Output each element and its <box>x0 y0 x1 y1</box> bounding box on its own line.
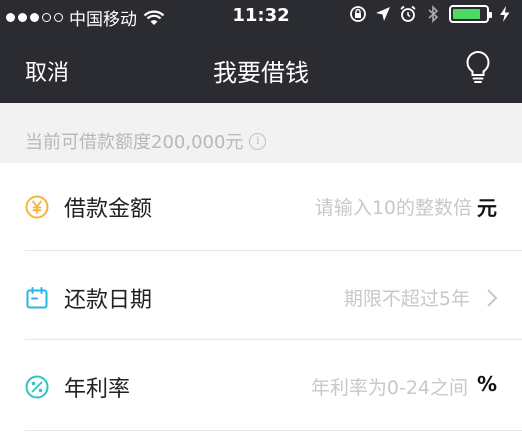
annual-rate-row[interactable]: 年利率 年利率为0-24之间 % <box>0 343 522 431</box>
alarm-icon <box>400 5 416 22</box>
annual-rate-input[interactable]: 年利率为0-24之间 <box>311 373 468 400</box>
row-divider <box>25 339 522 340</box>
page-title: 我要借钱 <box>213 59 309 87</box>
repayment-date-row[interactable]: 还款日期 期限不超过5年 <box>0 254 522 342</box>
status-right <box>349 5 514 23</box>
loan-amount-row[interactable]: 借款金额 请输入10的整数倍 元 <box>0 163 522 251</box>
bluetooth-icon <box>428 5 439 23</box>
row-divider <box>25 430 522 431</box>
quota-text: 当前可借款额度200,000元 <box>25 132 244 153</box>
repayment-date-label: 还款日期 <box>64 288 153 313</box>
charging-icon <box>500 6 510 22</box>
loan-form: 借款金额 请输入10的整数倍 元 还款日期 期限不超过5年 年利率 年利率为0-… <box>0 163 522 439</box>
battery-level <box>453 9 481 19</box>
annual-rate-label: 年利率 <box>64 377 131 402</box>
loan-amount-input[interactable]: 请输入10的整数倍 <box>315 193 472 220</box>
repayment-date-input[interactable]: 期限不超过5年 <box>344 284 470 311</box>
battery-icon <box>449 5 492 23</box>
lightbulb-icon[interactable] <box>464 50 492 84</box>
navigation-bar: 取消 我要借钱 <box>0 32 522 103</box>
location-icon <box>376 7 390 21</box>
chevron-right-icon <box>487 289 498 307</box>
calendar-icon <box>26 287 48 309</box>
annual-rate-unit: % <box>476 372 497 396</box>
status-bar: 中国移动 11:32 <box>0 0 522 32</box>
row-divider <box>25 250 522 251</box>
rotation-lock-icon <box>350 6 366 22</box>
loan-amount-unit: 元 <box>477 196 497 220</box>
loan-amount-label: 借款金额 <box>64 197 153 222</box>
info-icon[interactable]: i <box>249 132 267 150</box>
header: 中国移动 11:32 取消 我要借钱 <box>0 0 522 103</box>
percent-icon <box>25 375 49 399</box>
yuan-coin-icon <box>25 195 49 219</box>
credit-quota: 当前可借款额度200,000元 i <box>25 128 267 154</box>
